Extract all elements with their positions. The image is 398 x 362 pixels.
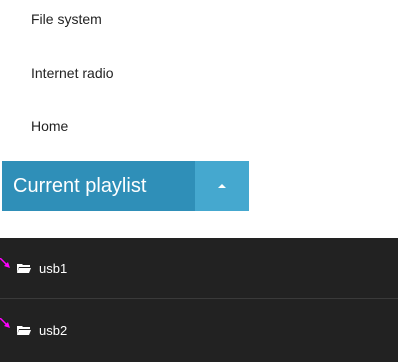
list-item[interactable]: usb1: [0, 238, 398, 299]
caret-up-button[interactable]: [195, 161, 249, 211]
current-playlist-button[interactable]: Current playlist: [2, 161, 249, 211]
menu-item-file-system[interactable]: File system: [31, 11, 102, 27]
folder-open-icon: [17, 326, 31, 335]
list-item[interactable]: usb2: [0, 300, 398, 360]
folder-label: usb1: [39, 260, 68, 276]
playlist-panel: usb1 usb2: [0, 238, 398, 362]
folder-open-icon: [17, 264, 31, 273]
menu-item-home[interactable]: Home: [31, 118, 68, 134]
current-playlist-label: Current playlist: [2, 161, 195, 211]
caret-up-icon: [218, 184, 226, 188]
menu-item-internet-radio[interactable]: Internet radio: [31, 65, 114, 81]
folder-label: usb2: [39, 322, 68, 338]
